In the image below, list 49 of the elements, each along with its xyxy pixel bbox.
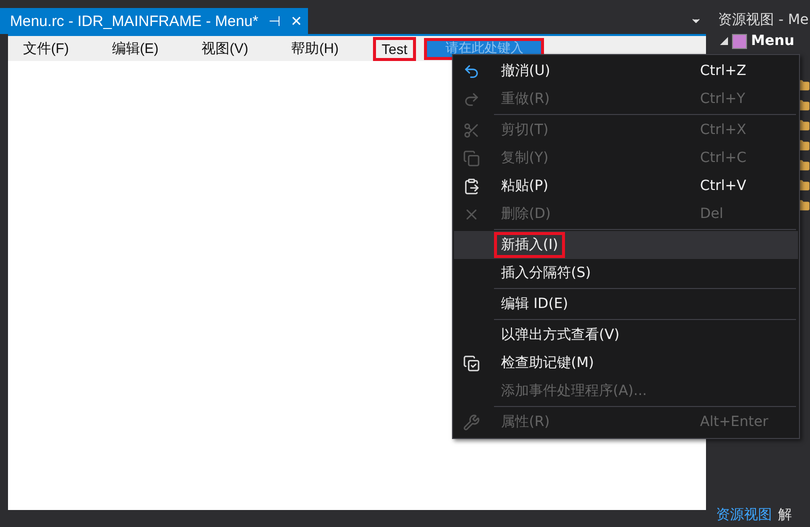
redo-icon <box>462 90 480 108</box>
expanded-icon[interactable] <box>720 37 728 45</box>
context-menu-item[interactable]: 插入分隔符(S) <box>454 259 798 287</box>
menu-item-label: 删除(D) <box>500 205 552 224</box>
undo-icon <box>462 62 480 80</box>
shortcut-text: Ctrl+C <box>700 150 748 166</box>
menu-bar-item[interactable]: 文件(F) <box>14 36 78 62</box>
menu-bar-item[interactable]: Test <box>372 36 416 60</box>
shortcut-text: Ctrl+Z <box>700 63 748 79</box>
shortcut-text: Ctrl+Y <box>700 91 746 107</box>
menu-item-label: 剪切(T) <box>500 121 550 140</box>
menu-item-label: 添加事件处理程序(A)... <box>500 382 648 401</box>
close-button[interactable]: ✕ <box>290 13 302 29</box>
tab-title: Menu.rc - IDR_MAINFRAME - Menu* <box>10 12 258 30</box>
menu-item-label: 以弹出方式查看(V) <box>500 326 621 345</box>
copy-icon <box>462 150 480 166</box>
context-menu-item[interactable]: 编辑 ID(E) <box>454 290 798 318</box>
shortcut-text: Alt+Enter <box>700 414 770 430</box>
tree-item[interactable]: Menu <box>751 33 794 49</box>
shortcut-text: Del <box>700 206 724 222</box>
menu-bar-item[interactable]: 编辑(E) <box>102 36 168 62</box>
menu-item-label: 检查助记键(M) <box>500 354 596 373</box>
scissors-icon <box>462 122 480 138</box>
resource-icon <box>732 34 747 48</box>
context-menu-item[interactable]: 检查助记键(M) <box>454 349 798 377</box>
menu-item-label: 复制(Y) <box>500 149 550 168</box>
context-menu-item[interactable]: 以弹出方式查看(V) <box>454 321 798 349</box>
clipboard-icon <box>462 178 480 194</box>
menu-bar-item[interactable]: 视图(V) <box>192 36 258 62</box>
checked-windows-icon <box>462 354 480 372</box>
menu-item-label: 重做(R) <box>500 90 551 109</box>
panel-title: 资源视图 - Me <box>717 11 810 30</box>
context-menu-item[interactable]: 撤消(U) Ctrl+Z <box>454 57 798 85</box>
panel-tab[interactable]: 解 <box>778 506 792 524</box>
menu-item-label: 插入分隔符(S) <box>500 264 592 283</box>
menu-item-label: 粘贴(P) <box>500 177 550 196</box>
menu-item-label: 编辑 ID(E) <box>500 295 570 314</box>
shortcut-text: Ctrl+X <box>700 122 748 138</box>
menu-item-label: 撤消(U) <box>500 62 552 81</box>
menu-bar-item[interactable]: 帮助(H) <box>282 36 348 62</box>
menu-item-label: 新插入(I) <box>494 232 566 258</box>
pin-button[interactable]: ⊣ <box>268 13 280 29</box>
context-menu-item[interactable]: 粘贴(P) Ctrl+V <box>454 172 798 200</box>
context-menu-item[interactable]: 新插入(I) <box>454 231 798 259</box>
menu-item-label: 属性(R) <box>500 413 551 432</box>
panel-tab[interactable]: 资源视图 <box>716 506 772 524</box>
document-tab[interactable]: Menu.rc - IDR_MAINFRAME - Menu* ⊣ ✕ <box>0 8 308 34</box>
shortcut-text: Ctrl+V <box>700 178 748 194</box>
wrench-icon <box>462 414 480 430</box>
